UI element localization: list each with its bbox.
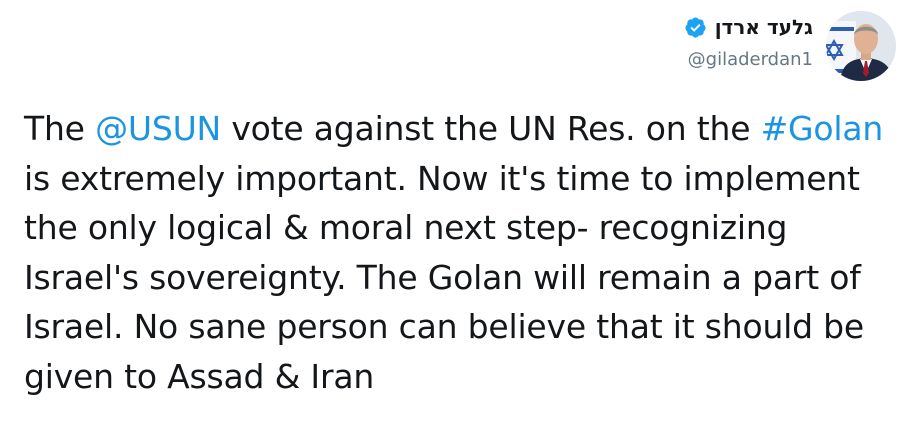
tweet-text-segment: The [24,109,96,148]
mention-link[interactable]: @USUN [95,109,221,148]
tweet-text-segment: vote against the UN Res. on the [221,109,761,148]
tweet-text: The @USUN vote against the UN Res. on th… [24,104,894,401]
author-info: גלעד ארדן @giladerdan1 [684,12,813,72]
tweet-text-segment: is extremely important. Now it's time to… [24,158,865,396]
profile-photo-icon [826,11,896,81]
author-name-row: גלעד ארדן [684,12,813,42]
author-handle[interactable]: @giladerdan1 [684,48,813,72]
verified-badge-icon [684,16,707,39]
hashtag-link[interactable]: #Golan [761,109,884,148]
author-display-name[interactable]: גלעד ארדן [715,13,813,41]
author-avatar[interactable] [826,11,896,81]
tweet-header: גלעד ארדן @giladerdan1 [0,0,908,90]
